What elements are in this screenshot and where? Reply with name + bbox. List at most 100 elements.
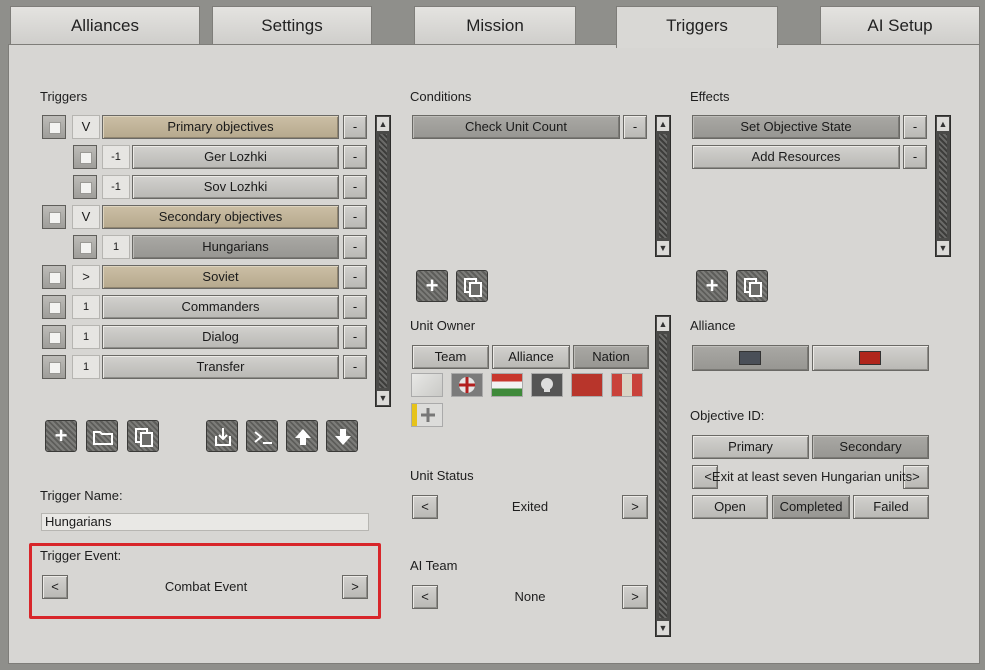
trigger-prefix: >	[72, 265, 100, 289]
trigger-remove-button[interactable]: -	[343, 235, 367, 259]
unit-owner-alliance-button[interactable]: Alliance	[492, 345, 570, 369]
trigger-remove-button[interactable]: -	[343, 325, 367, 349]
trigger-item-soviet[interactable]: Soviet	[102, 265, 339, 289]
triggers-heading: Triggers	[40, 89, 88, 104]
flag-romania-icon[interactable]	[611, 373, 643, 397]
unit-status-next-button[interactable]: >	[622, 495, 648, 519]
trigger-item-commanders[interactable]: Commanders	[102, 295, 339, 319]
trigger-item-transfer[interactable]: Transfer	[102, 355, 339, 379]
condition-remove-button[interactable]: -	[623, 115, 647, 139]
trigger-prefix: 1	[72, 325, 100, 349]
copy-icon[interactable]	[456, 270, 488, 302]
trigger-prefix: V	[72, 115, 100, 139]
effect-item-add-resources[interactable]: Add Resources	[692, 145, 900, 169]
conditions-scrollbar[interactable]: ▲ ▼	[655, 115, 671, 257]
trigger-remove-button[interactable]: -	[343, 205, 367, 229]
scroll-down-icon[interactable]: ▼	[657, 241, 669, 255]
trigger-checkbox[interactable]	[42, 205, 66, 229]
ai-team-next-button[interactable]: >	[622, 585, 648, 609]
trigger-remove-button[interactable]: -	[343, 265, 367, 289]
objective-prev-glyph: <	[704, 469, 712, 484]
trigger-event-prev-button[interactable]: <	[42, 575, 68, 599]
console-icon[interactable]	[246, 420, 278, 452]
trigger-item-dialog[interactable]: Dialog	[102, 325, 339, 349]
plus-icon[interactable]: +	[45, 420, 77, 452]
objective-failed-button[interactable]: Failed	[853, 495, 929, 519]
flag-skull-icon[interactable]	[531, 373, 563, 397]
trigger-item-ger-lozhki[interactable]: Ger Lozhki	[132, 145, 339, 169]
trigger-item-sov-lozhki[interactable]: Sov Lozhki	[132, 175, 339, 199]
plus-icon[interactable]: +	[416, 270, 448, 302]
flag-neutral-icon[interactable]	[411, 373, 443, 397]
effects-scrollbar[interactable]: ▲ ▼	[935, 115, 951, 257]
scroll-down-icon[interactable]: ▼	[937, 241, 949, 255]
trigger-checkbox[interactable]	[42, 355, 66, 379]
tab-settings[interactable]: Settings	[212, 6, 372, 44]
trigger-remove-button[interactable]: -	[343, 145, 367, 169]
trigger-checkbox[interactable]	[73, 175, 97, 199]
tab-triggers[interactable]: Triggers	[616, 6, 778, 48]
unit-status-label: Unit Status	[410, 468, 474, 483]
trigger-event-value: Combat Event	[164, 579, 248, 594]
objective-secondary-button[interactable]: Secondary	[812, 435, 929, 459]
plus-icon[interactable]: +	[696, 270, 728, 302]
effect-item-set-objective-state[interactable]: Set Objective State	[692, 115, 900, 139]
trigger-remove-button[interactable]: -	[343, 355, 367, 379]
alliance-color-swatch	[859, 351, 881, 365]
folder-icon[interactable]	[86, 420, 118, 452]
trigger-remove-button[interactable]: -	[343, 175, 367, 199]
scroll-up-icon[interactable]: ▲	[937, 117, 949, 131]
alliance-button-2[interactable]	[812, 345, 929, 371]
flag-hungary-icon[interactable]	[491, 373, 523, 397]
triggers-panel: Triggers V Primary objectives - - 1 Ger L…	[8, 44, 980, 664]
ai-team-prev-button[interactable]: <	[412, 585, 438, 609]
arrow-up-icon[interactable]	[286, 420, 318, 452]
objective-open-button[interactable]: Open	[692, 495, 768, 519]
copy-icon[interactable]	[736, 270, 768, 302]
scroll-down-icon[interactable]: ▼	[657, 621, 669, 635]
trigger-remove-button[interactable]: -	[343, 115, 367, 139]
trigger-item-primary-objectives[interactable]: Primary objectives	[102, 115, 339, 139]
copy-icon[interactable]	[127, 420, 159, 452]
unit-owner-scrollbar[interactable]: ▲ ▼	[655, 315, 671, 637]
tab-alliances[interactable]: Alliances	[10, 6, 200, 44]
conditions-heading: Conditions	[410, 89, 472, 104]
trigger-item-hungarians[interactable]: Hungarians	[132, 235, 339, 259]
trigger-checkbox[interactable]	[42, 265, 66, 289]
objective-completed-button[interactable]: Completed	[772, 495, 850, 519]
effect-remove-button[interactable]: -	[903, 115, 927, 139]
trigger-event-next-button[interactable]: >	[342, 575, 368, 599]
objective-primary-button[interactable]: Primary	[692, 435, 809, 459]
import-icon[interactable]	[206, 420, 238, 452]
scroll-up-icon[interactable]: ▲	[657, 117, 669, 131]
unit-owner-nation-button[interactable]: Nation	[573, 345, 649, 369]
condition-item-check-unit-count[interactable]: Check Unit Count	[412, 115, 620, 139]
triggers-scrollbar[interactable]: ▲ ▼	[375, 115, 391, 407]
trigger-name-input[interactable]: Hungarians	[41, 513, 369, 531]
arrow-down-icon[interactable]	[326, 420, 358, 452]
scroll-up-icon[interactable]: ▲	[657, 317, 669, 331]
trigger-prefix: 1	[72, 355, 100, 379]
trigger-checkbox[interactable]	[73, 145, 97, 169]
flag-soviet-icon[interactable]	[571, 373, 603, 397]
trigger-checkbox[interactable]	[42, 325, 66, 349]
trigger-checkbox[interactable]	[42, 295, 66, 319]
effects-heading: Effects	[690, 89, 730, 104]
trigger-prefix: 1	[72, 295, 100, 319]
alliance-button-1[interactable]	[692, 345, 809, 371]
unit-owner-team-button[interactable]: Team	[412, 345, 489, 369]
tab-mission[interactable]: Mission	[414, 6, 576, 44]
flag-finland-icon[interactable]	[411, 403, 443, 427]
scroll-down-icon[interactable]: ▼	[377, 391, 389, 405]
trigger-checkbox[interactable]	[73, 235, 97, 259]
unit-status-prev-button[interactable]: <	[412, 495, 438, 519]
trigger-checkbox[interactable]	[42, 115, 66, 139]
trigger-remove-button[interactable]: -	[343, 295, 367, 319]
effect-remove-button[interactable]: -	[903, 145, 927, 169]
objective-selector-value: <Exit at least seven Hungarian units>	[699, 469, 925, 484]
flag-germany-icon[interactable]	[451, 373, 483, 397]
tab-ai-setup[interactable]: AI Setup	[820, 6, 980, 44]
objective-id-label: Objective ID:	[690, 408, 765, 423]
scroll-up-icon[interactable]: ▲	[377, 117, 389, 131]
trigger-item-secondary-objectives[interactable]: Secondary objectives	[102, 205, 339, 229]
